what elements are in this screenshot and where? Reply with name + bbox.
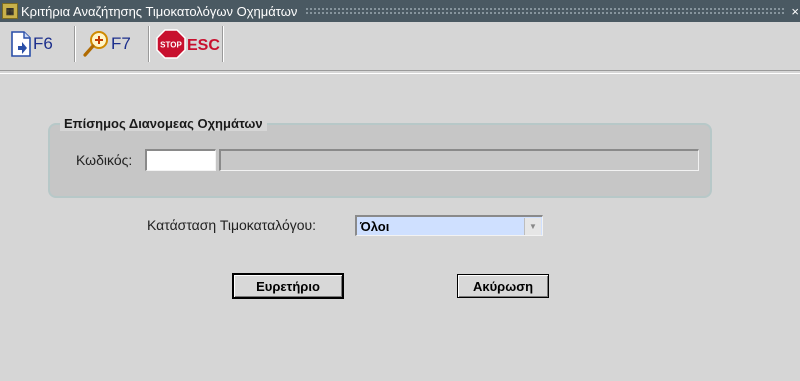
magnifier-plus-icon: [83, 31, 108, 57]
f6-label: F6: [33, 34, 53, 53]
status-label: Κατάσταση Τιμοκαταλόγου:: [147, 217, 317, 233]
new-record-button[interactable]: F6: [10, 29, 53, 59]
new-document-icon: [11, 31, 31, 57]
index-button[interactable]: Ευρετήριο: [232, 273, 344, 299]
toolbar-separator: [148, 26, 150, 62]
stop-esc-button[interactable]: STOP ESC: [156, 29, 220, 59]
cancel-button[interactable]: Ακύρωση: [457, 274, 549, 298]
search-button[interactable]: F7: [82, 29, 131, 59]
toolbar-separator: [74, 26, 76, 62]
chevron-down-icon[interactable]: ▼: [524, 217, 541, 235]
close-icon[interactable]: ×: [791, 4, 799, 19]
dealer-description-field: [219, 149, 699, 171]
toolbar-divider: [0, 70, 800, 74]
stop-text: STOP: [160, 41, 182, 50]
f7-label: F7: [111, 34, 131, 53]
code-input[interactable]: [145, 149, 216, 171]
title-bar: ▦ Κριτήρια Αναζήτησης Τιμοκατολόγων Οχημ…: [0, 0, 800, 22]
status-selected-value: Όλοι: [360, 218, 390, 234]
dealer-group-title: Επίσημος Διανομεας Οχημάτων: [60, 116, 267, 131]
esc-label-graphic: ESC: [187, 37, 220, 54]
status-select[interactable]: Όλοι ▼: [355, 215, 543, 236]
window-title: Κριτήρια Αναζήτησης Τιμοκατολόγων Οχημάτ…: [21, 3, 298, 19]
stop-sign-icon: STOP: [156, 29, 186, 59]
app-icon: ▦: [2, 3, 18, 19]
code-label: Κωδικός:: [76, 152, 133, 168]
title-bar-pattern: [305, 7, 786, 15]
esc-text: ESC: [187, 37, 220, 54]
toolbar-separator: [222, 26, 224, 62]
